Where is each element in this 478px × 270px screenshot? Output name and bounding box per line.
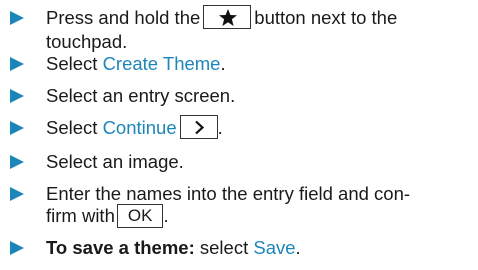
bullet-arrow-icon — [10, 11, 24, 25]
bullet-arrow-icon — [10, 187, 24, 201]
step-2-text-start: Select — [46, 53, 103, 74]
step-7-text-start: select — [194, 237, 254, 258]
step-1-text-start: Press and hold the — [46, 7, 201, 28]
step-1-text-line2: touchpad. — [46, 31, 128, 53]
step-6-text-end: . — [163, 205, 169, 226]
step-4-text-start: Select — [46, 117, 103, 138]
step-4-text: Select Continue. — [46, 115, 466, 141]
chevron-right-icon — [194, 120, 204, 135]
step-7-text: To save a theme: select Save. — [46, 237, 466, 259]
ok-key-label: OK — [116, 204, 164, 229]
star-icon — [219, 9, 238, 27]
bullet-arrow-icon — [10, 155, 24, 169]
step-3-text: Select an entry screen. — [46, 85, 236, 106]
step-2-text-end: . — [220, 53, 226, 74]
bullet-arrow-icon — [10, 57, 24, 71]
bullet-arrow-icon — [10, 89, 24, 103]
step-2-text: Select Create Theme. — [46, 53, 466, 75]
step-6-text: Enter the names into the entry field and… — [46, 183, 466, 229]
save-link[interactable]: Save — [253, 237, 295, 258]
create-theme-link[interactable]: Create Theme — [103, 53, 221, 74]
star-key-icon — [203, 5, 252, 30]
save-theme-heading: To save a theme: — [46, 237, 195, 258]
continue-link[interactable]: Continue — [103, 117, 177, 138]
instruction-list: Press and hold the button next to the tou… — [0, 0, 478, 270]
bullet-arrow-icon — [10, 121, 24, 135]
step-1-text-end: button next to the — [254, 7, 398, 28]
step-4-text-end: . — [217, 117, 223, 138]
step-5-text: Select an image. — [46, 151, 184, 172]
step-1-text: Press and hold the button next to the tou… — [46, 5, 466, 53]
bullet-arrow-icon — [10, 241, 24, 255]
chevron-key-icon — [179, 115, 218, 140]
step-7-text-end: . — [295, 237, 301, 258]
step-6-text-line1: Enter the names into the entry field and… — [46, 183, 411, 204]
step-6-text-line2-start: firm with — [46, 205, 115, 226]
